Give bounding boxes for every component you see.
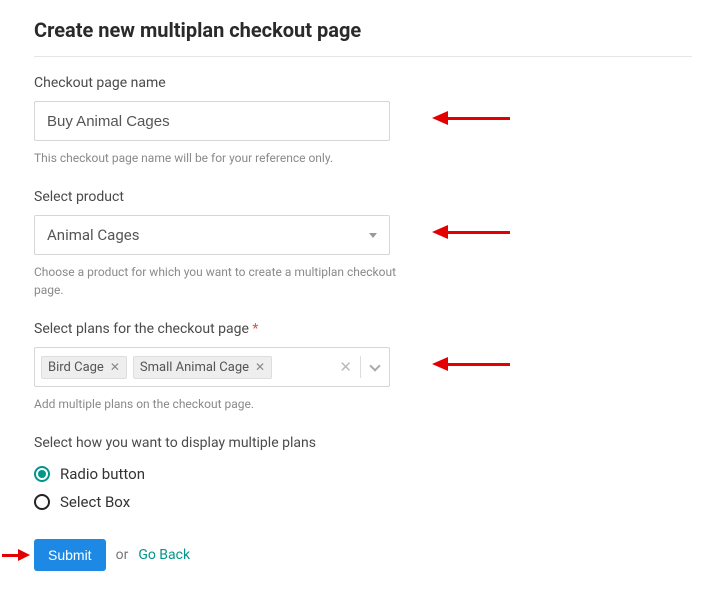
chip-remove-icon[interactable]: ✕ (110, 361, 120, 373)
plan-chip: Small Animal Cage ✕ (133, 356, 272, 379)
multiselect-toggle[interactable] (361, 365, 389, 370)
radio-icon (34, 466, 50, 482)
plans-group: Select plans for the checkout page * Bir… (34, 321, 692, 413)
display-group: Select how you want to display multiple … (34, 435, 692, 511)
display-option-select[interactable]: Select Box (34, 493, 692, 511)
product-group: Select product Animal Cages Choose a pro… (34, 189, 692, 299)
display-label: Select how you want to display multiple … (34, 435, 692, 451)
checkout-name-helper: This checkout page name will be for your… (34, 149, 414, 167)
chip-remove-icon[interactable]: ✕ (255, 361, 265, 373)
radio-label: Radio button (60, 465, 145, 483)
product-selected-value: Animal Cages (47, 226, 139, 244)
arrow-annotation-icon (2, 549, 30, 561)
go-back-link[interactable]: Go Back (138, 547, 190, 563)
plans-multiselect[interactable]: Bird Cage ✕ Small Animal Cage ✕ ✕ (34, 347, 390, 387)
product-helper: Choose a product for which you want to c… (34, 263, 414, 299)
plan-chip-label: Small Animal Cage (140, 360, 249, 375)
multiselect-controls: ✕ (331, 356, 389, 378)
plans-helper: Add multiple plans on the checkout page. (34, 395, 414, 413)
required-asterisk: * (252, 321, 258, 337)
product-label: Select product (34, 189, 692, 205)
arrow-annotation-icon (432, 111, 510, 125)
checkout-name-label: Checkout page name (34, 75, 692, 91)
product-select[interactable]: Animal Cages (34, 215, 390, 255)
plans-label: Select plans for the checkout page * (34, 321, 692, 337)
display-option-radio[interactable]: Radio button (34, 465, 692, 483)
radio-icon (34, 494, 50, 510)
actions-row: Submit or Go Back (34, 539, 692, 571)
checkout-name-group: Checkout page name This checkout page na… (34, 75, 692, 167)
plans-label-text: Select plans for the checkout page (34, 321, 249, 337)
arrow-annotation-icon (432, 225, 510, 239)
chevron-down-icon (369, 360, 380, 371)
divider (34, 56, 692, 57)
plan-chip-label: Bird Cage (48, 360, 104, 375)
radio-label: Select Box (60, 493, 130, 511)
or-text: or (116, 547, 129, 563)
page-title: Create new multiplan checkout page (34, 18, 692, 42)
checkout-name-input[interactable] (34, 101, 390, 141)
plan-chip: Bird Cage ✕ (41, 356, 127, 379)
arrow-annotation-icon (432, 357, 510, 371)
clear-all-icon[interactable]: ✕ (331, 360, 360, 375)
caret-down-icon (369, 233, 377, 238)
submit-button[interactable]: Submit (34, 539, 106, 571)
